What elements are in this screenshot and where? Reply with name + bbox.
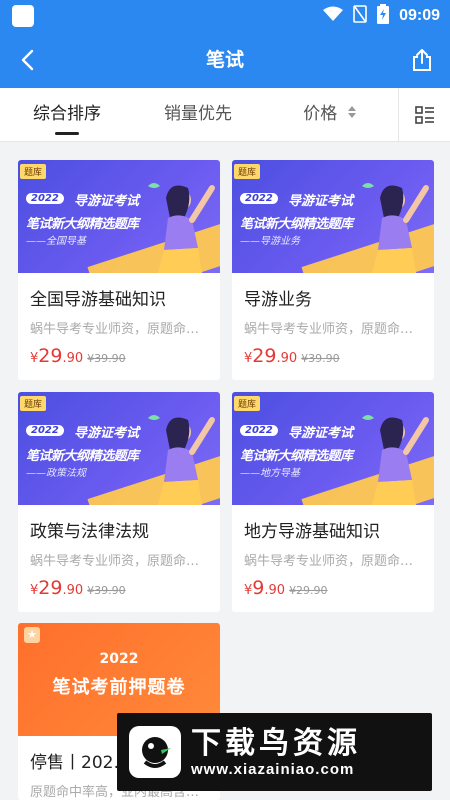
tab-label: 销量优先 <box>164 104 232 124</box>
watermark-text: 下载鸟资源 www.xiazainiao.com <box>191 725 361 778</box>
sort-arrows-icon <box>347 88 357 140</box>
price-decimal: .90 <box>62 351 84 366</box>
banner-line2: 笔试新大纲精选题库 <box>26 449 139 464</box>
product-description: 蜗牛导考专业师资，原题命… <box>30 322 200 337</box>
product-price: ¥29.90 ¥39.90 <box>244 345 340 367</box>
banner-year: 2022 <box>26 193 64 204</box>
product-price: ¥29.90 ¥39.90 <box>30 577 126 599</box>
banner-year: 2022 <box>240 425 278 436</box>
price-integer: 9 <box>252 577 265 599</box>
battery-charging-icon <box>377 4 390 28</box>
price-decimal: .90 <box>62 583 84 598</box>
tab-sales-priority[interactable]: 销量优先 <box>145 88 251 142</box>
illustration-woman-image <box>362 183 429 273</box>
tab-label: 综合排序 <box>33 104 101 124</box>
product-description: 蜗牛导考专业师资，原题命… <box>30 554 200 569</box>
banner-line2: 笔试新大纲精选题库 <box>240 217 353 232</box>
page-title: 笔试 <box>205 49 244 71</box>
product-price: ¥9.90 ¥29.90 <box>244 577 328 599</box>
watermark-title: 下载鸟资源 <box>191 725 361 761</box>
banner-tag: 题库 <box>234 396 261 411</box>
share-icon <box>413 49 431 71</box>
banner-tag: 题库 <box>20 164 47 179</box>
original-price: ¥39.90 <box>87 584 126 597</box>
wifi-icon <box>323 6 344 26</box>
app-notification-icon <box>12 5 34 27</box>
product-name: 地方导游基础知识 <box>244 522 380 542</box>
banner-line3: ——导游业务 <box>240 236 300 247</box>
title-bar: 笔试 <box>0 32 450 88</box>
illustration-woman-image <box>148 183 215 273</box>
price-integer: 29 <box>252 345 277 367</box>
price-decimal: .90 <box>276 351 298 366</box>
banner-line3: ——地方导基 <box>240 468 300 479</box>
banner-year: 2022 <box>240 193 278 204</box>
product-banner: 题库 2022 导游证考试 笔试新大纲精选题库 ——全国导基 <box>18 160 220 273</box>
layout-toggle-button[interactable] <box>398 88 450 142</box>
product-name: 全国导游基础知识 <box>30 290 166 310</box>
product-description: 蜗牛导考专业师资，原题命… <box>244 554 414 569</box>
banner-line3: ——全国导基 <box>26 236 86 247</box>
banner-line3: ——政策法规 <box>26 468 86 479</box>
product-description: 蜗牛导考专业师资，原题命… <box>244 322 414 337</box>
site-watermark: 下载鸟资源 www.xiazainiao.com <box>117 713 432 791</box>
active-tab-indicator <box>55 132 79 135</box>
original-price: ¥39.90 <box>87 352 126 365</box>
product-banner: 题库 2022 导游证考试 笔试新大纲精选题库 ——导游业务 <box>232 160 434 273</box>
list-view-icon <box>414 106 434 124</box>
product-name: 政策与法律法规 <box>30 522 149 542</box>
product-banner: 题库 2022 导游证考试 笔试新大纲精选题库 ——地方导基 <box>232 392 434 505</box>
banner-title: 笔试考前押题卷 <box>52 677 186 698</box>
original-price: ¥29.90 <box>289 584 328 597</box>
banner-tag: 题库 <box>20 396 47 411</box>
share-button[interactable] <box>404 42 440 78</box>
product-price: ¥29.90 ¥39.90 <box>30 345 126 367</box>
banner-line1: 导游证考试 <box>74 426 140 441</box>
product-banner: 题库 2022 导游证考试 笔试新大纲精选题库 ——政策法规 <box>18 392 220 505</box>
price-integer: 29 <box>38 345 63 367</box>
product-card[interactable]: 题库 2022 导游证考试 笔试新大纲精选题库 ——导游业务 导游业务 蜗牛导考… <box>232 160 434 380</box>
bird-logo-icon <box>129 726 181 778</box>
banner-tag: 题库 <box>234 164 261 179</box>
back-button[interactable] <box>10 42 46 78</box>
illustration-woman-image <box>148 415 215 505</box>
chevron-left-icon <box>21 49 34 71</box>
product-name: 停售丨202… <box>30 753 131 773</box>
no-sim-icon <box>353 5 367 27</box>
illustration-woman-image <box>362 415 429 505</box>
clock: 09:09 <box>399 7 440 24</box>
price-decimal: .90 <box>264 583 286 598</box>
tab-price[interactable]: 价格 <box>280 88 380 142</box>
banner-year: 2022 <box>26 425 64 436</box>
product-name: 导游业务 <box>244 290 312 310</box>
product-card[interactable]: 题库 2022 导游证考试 笔试新大纲精选题库 ——政策法规 政策与法律法规 蜗… <box>18 392 220 612</box>
banner-line1: 导游证考试 <box>288 426 354 441</box>
banner-line1: 导游证考试 <box>74 194 140 209</box>
banner-line1: 导游证考试 <box>288 194 354 209</box>
watermark-url: www.xiazainiao.com <box>191 760 355 778</box>
status-indicators: 09:09 <box>323 0 440 32</box>
original-price: ¥39.90 <box>301 352 340 365</box>
sort-bar: 综合排序 销量优先 价格 <box>0 88 450 142</box>
tab-label: 价格 <box>303 104 338 124</box>
banner-year: 2022 <box>99 651 139 667</box>
banner-line2: 笔试新大纲精选题库 <box>26 217 139 232</box>
status-bar: 09:09 <box>0 0 450 32</box>
product-card[interactable]: 题库 2022 导游证考试 笔试新大纲精选题库 ——地方导基 地方导游基础知识 … <box>232 392 434 612</box>
star-badge-icon: ★ <box>24 627 40 643</box>
banner-line2: 笔试新大纲精选题库 <box>240 449 353 464</box>
price-integer: 29 <box>38 577 63 599</box>
product-card[interactable]: 题库 2022 导游证考试 笔试新大纲精选题库 ——全国导基 全国导游基础知识 … <box>18 160 220 380</box>
